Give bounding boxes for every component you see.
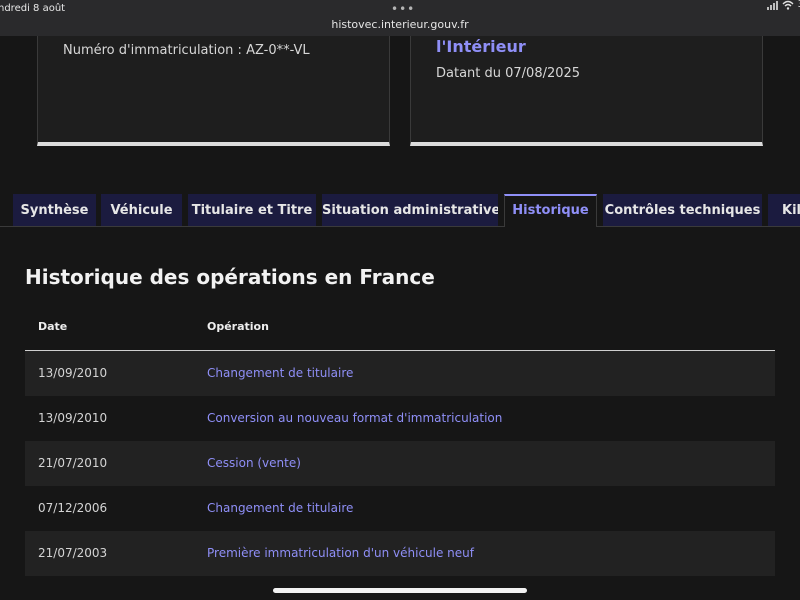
row-operation-link[interactable]: Cession (vente) — [207, 456, 301, 470]
tab-kilometrage[interactable]: Kilo — [768, 194, 800, 226]
table-row: 13/09/2010 Conversion au nouveau format … — [25, 396, 775, 441]
home-indicator[interactable] — [273, 588, 527, 593]
column-header-date: Date — [38, 320, 68, 333]
registration-card: Numéro d'immatriculation : AZ-0**-VL — [37, 36, 390, 146]
wifi-icon — [782, 0, 794, 10]
section-title: Historique des opérations en France — [25, 265, 435, 289]
browser-status-bar: ndredi 8 août ••• histovec.interieur.gou… — [0, 0, 800, 36]
source-date: Datant du 07/08/2025 — [436, 66, 581, 81]
tab-controles-techniques[interactable]: Contrôles techniques — [603, 194, 762, 226]
signal-icon — [767, 1, 780, 10]
tab-situation-administrative[interactable]: Situation administrative — [322, 194, 498, 226]
table-header: Date Opération — [25, 304, 775, 351]
source-title: l'Intérieur — [436, 37, 526, 56]
tab-vehicule[interactable]: Véhicule — [101, 194, 182, 226]
row-operation-link[interactable]: Changement de titulaire — [207, 366, 353, 380]
status-date: ndredi 8 août — [0, 3, 66, 14]
column-header-operation: Opération — [207, 320, 269, 333]
row-date: 13/09/2010 — [38, 411, 108, 425]
tab-synthese[interactable]: Synthèse — [13, 194, 96, 226]
row-operation-link[interactable]: Conversion au nouveau format d'immatricu… — [207, 411, 502, 425]
row-date: 21/07/2010 — [38, 456, 108, 470]
tab-titulaire-et-titre[interactable]: Titulaire et Titre — [188, 194, 316, 226]
row-operation-link[interactable]: Changement de titulaire — [207, 501, 353, 515]
row-date: 07/12/2006 — [38, 501, 108, 515]
table-row: 21/07/2010 Cession (vente) — [25, 441, 775, 486]
table-row: 13/09/2010 Changement de titulaire — [25, 351, 775, 396]
more-options-icon[interactable]: ••• — [391, 2, 415, 16]
tab-historique[interactable]: Historique — [504, 194, 597, 227]
table-row: 07/12/2006 Changement de titulaire — [25, 486, 775, 531]
row-date: 21/07/2003 — [38, 546, 108, 560]
tabs-divider — [0, 226, 800, 227]
source-card: l'Intérieur Datant du 07/08/2025 — [410, 36, 763, 146]
row-date: 13/09/2010 — [38, 366, 108, 380]
address-bar[interactable]: histovec.interieur.gouv.fr — [0, 18, 800, 31]
table-row: 21/07/2003 Première immatriculation d'un… — [25, 531, 775, 576]
registration-number: Numéro d'immatriculation : AZ-0**-VL — [63, 43, 310, 58]
row-operation-link[interactable]: Première immatriculation d'un véhicule n… — [207, 546, 474, 560]
